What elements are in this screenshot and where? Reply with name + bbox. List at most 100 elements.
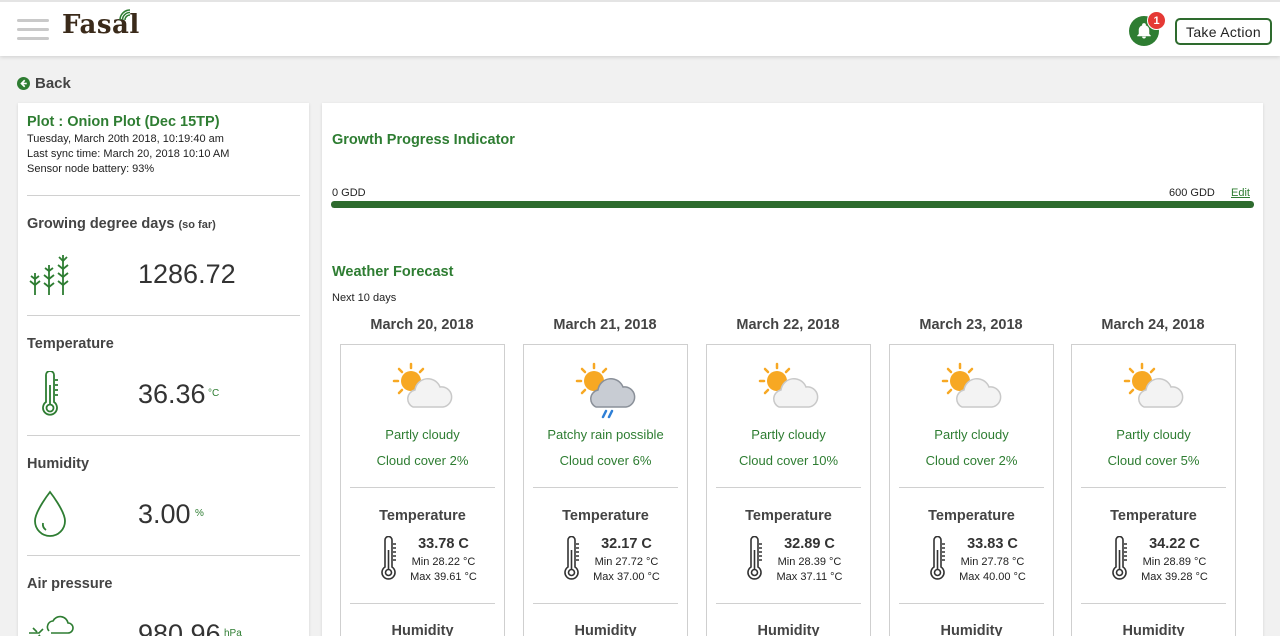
forecast-temperature-min: Min 28.22 °C [411,556,476,568]
forecast-date: March 24, 2018 [1101,317,1205,333]
weather-condition: Partly cloudy [1116,427,1191,442]
divider [533,603,678,604]
divider [350,487,495,488]
thermometer-icon-wrap [744,535,766,587]
gdd-subtitle: (so far) [178,219,216,231]
last-sync-time: Last sync time: March 20, 2018 10:10 AM [27,148,230,160]
thermometer-icon-wrap [1109,535,1131,587]
forecast-temperature-min: Min 28.39 °C [777,556,842,568]
divider [350,603,495,604]
thermometer-icon [42,371,58,416]
forecast-temperature-max: Max 39.61 °C [410,571,477,583]
weather-icon-wrap [757,361,821,426]
forecast-temperature-max: Max 40.00 °C [959,571,1026,583]
partly-cloudy-icon [941,362,1002,408]
cloud-cover: Cloud cover 2% [925,453,1018,468]
forecast-humidity-title: Humidity [391,623,454,636]
forecast-temperature-value: 33.83 C [967,536,1018,552]
growth-progress-title: Growth Progress Indicator [332,132,515,148]
plot-datetime: Tuesday, March 20th 2018, 10:19:40 am [27,133,224,145]
forecast-day-card: Partly cloudy Cloud cover 2% Temperature 33… [340,344,505,636]
forecast-humidity-title: Humidity [940,623,1003,636]
patchy-rain-icon [575,362,636,419]
forecast-temperature-value: 33.78 C [418,536,469,552]
forecast-temperature-title: Temperature [562,508,649,524]
divider [716,487,861,488]
take-action-button[interactable]: Take Action [1175,18,1272,45]
thermometer-icon-wrap [561,535,583,587]
temperature-title: Temperature [27,336,114,352]
partly-cloudy-icon [1123,362,1184,408]
air-pressure-value: 980.96 [138,619,221,636]
forecast-date: March 20, 2018 [370,317,474,333]
divider [716,603,861,604]
top-header: Fasal 1 Take Action [0,0,1280,56]
plot-title: Plot : Onion Plot (Dec 15TP) [27,114,220,130]
weather-condition: Partly cloudy [934,427,1009,442]
forecast-temperature-value: 32.89 C [784,536,835,552]
hamburger-menu-icon[interactable] [17,19,49,41]
forecast-day-card: Partly cloudy Cloud cover 10% Temperature 3… [706,344,871,636]
divider [1081,603,1226,604]
edit-gdd-link[interactable]: Edit [1231,187,1250,199]
notification-badge: 1 [1147,11,1166,30]
divider [27,315,300,316]
wind-cloud-icon [29,615,74,636]
back-link[interactable]: Back [17,75,71,92]
growth-progress-bar [331,201,1254,208]
forecast-day-card: Patchy rain possible Cloud cover 6% Temper… [523,344,688,636]
droplet-icon [34,490,66,537]
divider [27,435,300,436]
humidity-title: Humidity [27,456,90,472]
forecast-temperature-title: Temperature [1110,508,1197,524]
forecast-date: March 21, 2018 [553,317,657,333]
thermometer-icon-wrap [927,535,949,587]
divider [899,487,1044,488]
thermometer-icon [747,535,762,580]
forecast-temperature-value: 34.22 C [1149,536,1200,552]
weather-icon-wrap [940,361,1004,426]
forecast-temperature-max: Max 39.28 °C [1141,571,1208,583]
weather-condition: Patchy rain possible [547,427,664,442]
forecast-temperature-min: Min 27.78 °C [960,556,1025,568]
forecast-temperature-max: Max 37.11 °C [776,571,843,583]
growth-progress-fill [331,201,1254,208]
partly-cloudy-icon [758,362,819,408]
forecast-humidity-title: Humidity [757,623,820,636]
divider [533,487,678,488]
forecast-date: March 22, 2018 [736,317,840,333]
weather-icon-wrap [574,361,638,426]
thermometer-icon [930,535,945,580]
thermometer-icon [564,535,579,580]
air-pressure-title: Air pressure [27,576,113,592]
forecast-temperature-value: 32.17 C [601,536,652,552]
cloud-cover: Cloud cover 10% [739,453,838,468]
forecast-date: March 23, 2018 [919,317,1023,333]
forecast-day-card: Partly cloudy Cloud cover 2% Temperature 33… [889,344,1054,636]
humidity-unit: % [195,508,204,519]
weather-icon-wrap [1122,361,1186,426]
gdd-title: Growing degree days (so far) [27,216,216,232]
humidity-value: 3.00 [138,499,191,529]
forecast-humidity-title: Humidity [1122,623,1185,636]
forecast-day-card: Partly cloudy Cloud cover 5% Temperature 34… [1071,344,1236,636]
forecast-range-label: Next 10 days [332,292,397,304]
thermometer-icon [1112,535,1127,580]
gdd-max-label: 600 GDD [1169,187,1215,199]
divider [899,603,1044,604]
arrow-circle-left-icon [17,77,30,90]
cloud-cover: Cloud cover 6% [559,453,652,468]
divider [27,195,300,196]
forecast-temperature-title: Temperature [928,508,1015,524]
forecast-temperature-min: Min 28.89 °C [1142,556,1207,568]
plot-summary-panel: Plot : Onion Plot (Dec 15TP) Tuesday, Ma… [18,103,309,636]
forecast-humidity-title: Humidity [574,623,637,636]
forecast-temperature-title: Temperature [745,508,832,524]
thermometer-icon-wrap [378,535,400,587]
forecast-temperature-title: Temperature [379,508,466,524]
gdd-value: 1286.72 [138,259,236,289]
crop-icon [29,255,69,295]
weather-condition: Partly cloudy [751,427,826,442]
cloud-cover: Cloud cover 5% [1107,453,1200,468]
main-panel: Growth Progress Indicator 0 GDD 600 GDD … [322,103,1263,636]
